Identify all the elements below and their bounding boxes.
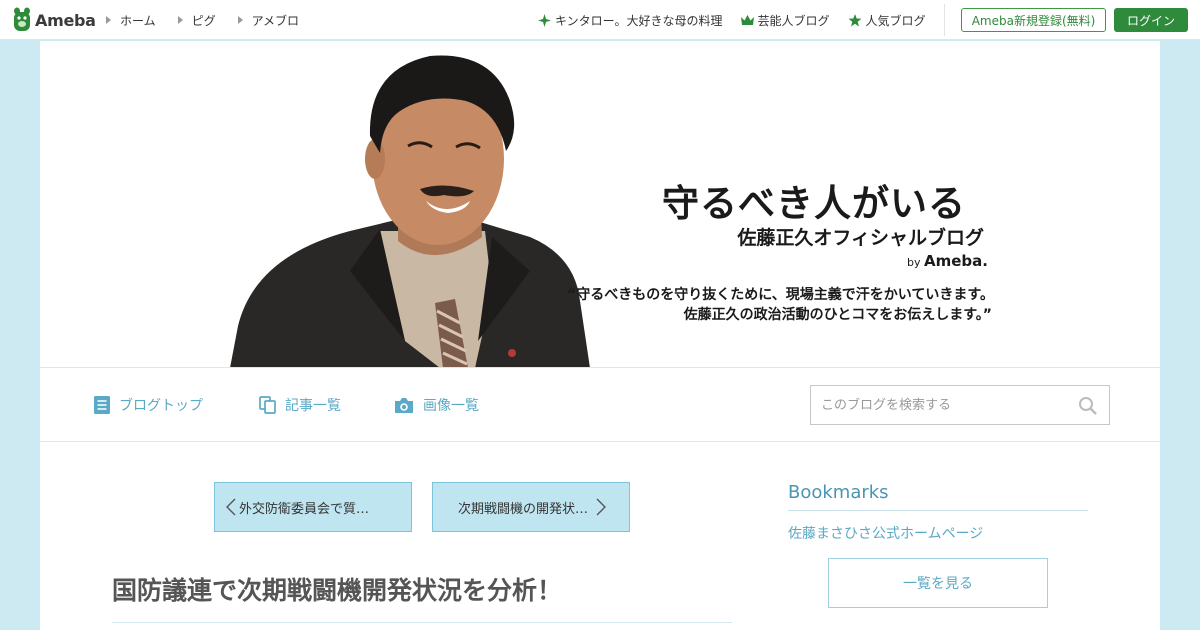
search-input[interactable] <box>811 386 1073 424</box>
ameba-logo[interactable]: Ameba <box>12 6 96 34</box>
global-nav: ホーム ピグ アメブロ <box>106 0 321 40</box>
nav-label: 記事一覧 <box>285 398 341 414</box>
caret-right-icon <box>106 16 111 24</box>
politician-portrait-image <box>230 55 590 367</box>
prev-article-button[interactable]: 外交防衛委員会で質… <box>214 482 412 532</box>
next-article-button[interactable]: 次期戦闘機の開発状… <box>432 482 630 532</box>
search-icon[interactable] <box>1078 396 1097 415</box>
nav-label: ホーム <box>120 13 156 28</box>
crown-icon <box>740 14 754 25</box>
ameba-mascot-icon <box>14 7 30 31</box>
sidebar-heading: Bookmarks <box>788 482 889 503</box>
nav-article-list[interactable]: 記事一覧 <box>259 395 341 415</box>
nav-label: 画像一覧 <box>423 398 479 414</box>
caret-right-icon <box>177 16 183 24</box>
nav-ameblo[interactable]: アメブロ <box>237 12 300 29</box>
link-popular-blogs[interactable]: 人気ブログ <box>848 12 926 29</box>
blog-header-banner[interactable]: 守るべき人がいる 佐藤正久オフィシャルブログ by Ameba. “守るべきもの… <box>40 41 1160 368</box>
link-celebrity-blogs[interactable]: 芸能人ブログ <box>740 12 830 29</box>
document-icon <box>94 396 110 414</box>
bookmark-link[interactable]: 佐藤まさひさ公式ホームページ <box>788 523 983 543</box>
login-button[interactable]: ログイン <box>1114 8 1188 32</box>
nav-label: アメブロ <box>251 13 300 28</box>
prev-article-label: 外交防衛委員会で質… <box>239 501 370 517</box>
nav-label: ブログトップ <box>119 398 203 414</box>
article-title[interactable]: 国防議連で次期戦闘機開発状況を分析！ <box>112 571 562 607</box>
next-article-label: 次期戦闘機の開発状… <box>458 501 589 517</box>
blog-container: 守るべき人がいる 佐藤正久オフィシャルブログ by Ameba. “守るべきもの… <box>40 41 1160 630</box>
link-label: 人気ブログ <box>865 13 926 28</box>
global-header: Ameba ホーム ピグ アメブロ キンタロー。大好きな母の料理 芸能人ブログ … <box>0 0 1200 40</box>
chevron-left-icon <box>226 498 236 516</box>
divider <box>112 622 732 623</box>
link-label: キンタロー。大好きな母の料理 <box>555 13 723 28</box>
sparkle-icon <box>538 13 551 27</box>
link-recommended[interactable]: キンタロー。大好きな母の料理 <box>538 12 723 29</box>
camera-icon <box>395 397 413 413</box>
blog-subtitle: 佐藤正久オフィシャルブログ <box>737 227 984 249</box>
star-icon <box>848 13 862 26</box>
by-ameba-credit: by Ameba. <box>907 252 988 270</box>
by-brand: Ameba. <box>924 252 988 270</box>
nav-pigg[interactable]: ピグ <box>177 12 216 29</box>
link-label: 芸能人ブログ <box>757 13 830 28</box>
header-links: キンタロー。大好きな母の料理 芸能人ブログ 人気ブログ <box>538 0 944 40</box>
chevron-right-icon <box>596 498 607 516</box>
nav-blog-top[interactable]: ブログトップ <box>94 395 203 415</box>
register-button[interactable]: Ameba新規登録(無料) <box>961 8 1106 32</box>
header-divider <box>944 4 945 36</box>
view-all-button[interactable]: 一覧を見る <box>828 558 1048 608</box>
logo-text: Ameba <box>35 10 96 30</box>
blog-search <box>810 385 1110 425</box>
nav-image-list[interactable]: 画像一覧 <box>394 395 479 415</box>
caret-right-icon <box>237 16 243 24</box>
blog-title: 守るべき人がいる <box>662 182 966 225</box>
divider <box>788 510 1088 511</box>
by-prefix: by <box>907 256 921 269</box>
nav-home[interactable]: ホーム <box>106 12 156 29</box>
blog-nav: ブログトップ 記事一覧 画像一覧 <box>40 368 1160 442</box>
blog-tagline-line1: “守るべきものを守り抜くために、現場主義で汗をかいていきます。 <box>567 287 994 303</box>
copy-icon <box>259 396 276 414</box>
nav-label: ピグ <box>191 13 216 28</box>
blog-tagline-line2: 佐藤正久の政治活動のひとコマをお伝えします。” <box>683 307 992 323</box>
